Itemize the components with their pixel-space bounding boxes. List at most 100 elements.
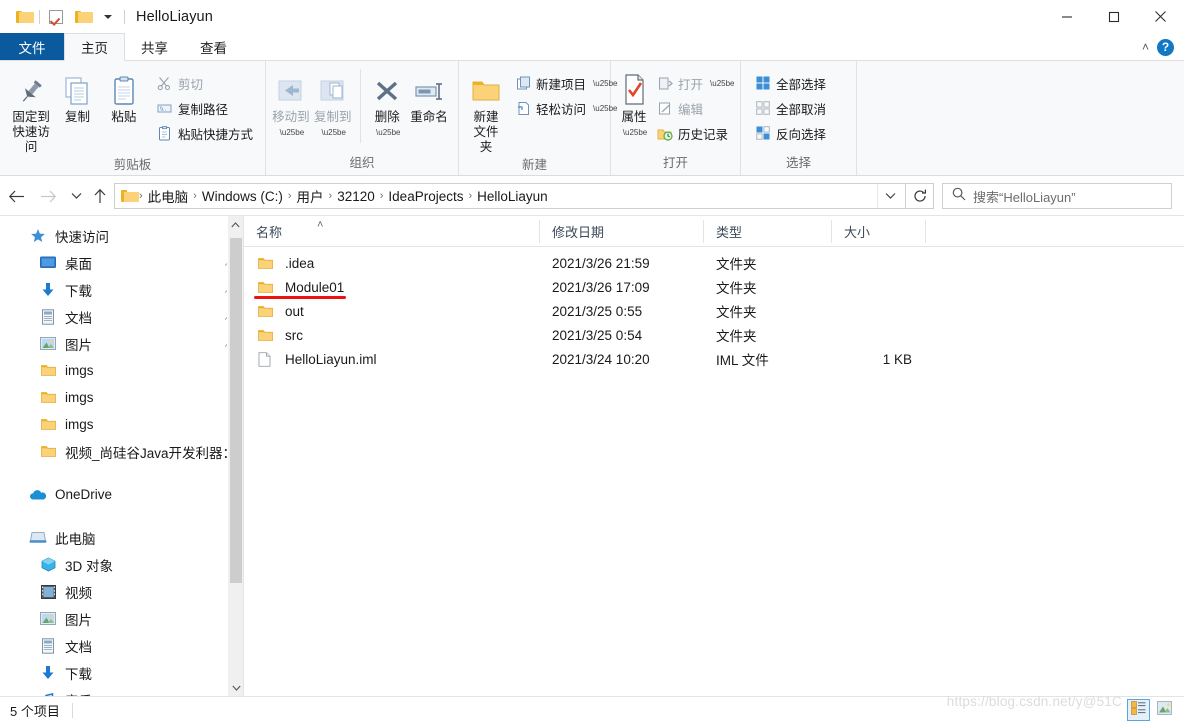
table-row[interactable]: Module01 2021/3/26 17:09 文件夹 (244, 275, 1184, 299)
nav-item-documents-2[interactable]: 文档 (0, 632, 243, 659)
help-icon[interactable]: ? (1157, 38, 1174, 56)
copy-button[interactable]: 复制 (54, 67, 100, 125)
breadcrumb-item-5[interactable]: HelloLiayun (473, 189, 552, 204)
large-icons-view-button[interactable] (1153, 699, 1176, 721)
nav-item-downloads-2[interactable]: 下载 (0, 659, 243, 686)
address-dropdown-chevron-down-icon[interactable] (877, 184, 903, 208)
copy-path-button[interactable]: \\.. 复制路径 (153, 97, 257, 119)
file-name-cell[interactable]: .idea (244, 256, 540, 271)
nav-item-imgs-1[interactable]: imgs (0, 357, 243, 384)
nav-item-3d-objects[interactable]: 3D 对象 (0, 551, 243, 578)
checkbox-icon[interactable] (43, 6, 69, 28)
history-button[interactable]: 历史记录 (653, 122, 738, 144)
easy-access-icon (515, 100, 531, 116)
close-button[interactable] (1137, 0, 1184, 33)
move-to-button[interactable]: 移动到 \u25be (270, 67, 312, 140)
breadcrumb-item-1[interactable]: Windows (C:) (198, 189, 287, 204)
open-button[interactable]: 打开 \u25be (653, 72, 738, 94)
paste-button[interactable]: 粘贴 (101, 67, 147, 125)
forward-button[interactable] (32, 179, 64, 213)
address-input[interactable]: › 此电脑 › Windows (C:) › 用户 › 32120 › Idea… (114, 183, 906, 209)
collapse-ribbon-button[interactable]: ˄ (1142, 40, 1149, 54)
search-input[interactable]: 搜索“HelloLiayun” (942, 183, 1172, 209)
cut-button[interactable]: 剪切 (153, 72, 257, 94)
table-row[interactable]: .idea 2021/3/26 21:59 文件夹 (244, 251, 1184, 275)
nav-item-pictures-2[interactable]: 图片 (0, 605, 243, 632)
nav-item-downloads[interactable]: 下载 (0, 276, 243, 303)
open-caret-icon[interactable]: \u25be (710, 79, 734, 88)
file-name-cell[interactable]: out (244, 304, 540, 319)
nav-item-video-course[interactable]: 视频_尚硅谷Java开发利器： Int (0, 438, 243, 465)
invert-selection-label: 反向选择 (776, 127, 827, 142)
tab-view[interactable]: 查看 (184, 33, 243, 60)
rename-label: 重命名 (410, 110, 448, 124)
invert-selection-button[interactable]: 反向选择 (751, 122, 830, 144)
column-header-name[interactable]: 名称 ˄ (244, 219, 540, 243)
select-none-button[interactable]: 全部取消 (751, 97, 830, 119)
delete-caret-icon[interactable]: \u25be (376, 125, 400, 140)
nav-item-documents[interactable]: 文档 (0, 303, 243, 330)
group-label-clipboard: 剪贴板 (113, 158, 152, 172)
copy-to-button[interactable]: 复制到 \u25be (312, 67, 354, 140)
breadcrumb-item-0[interactable]: 此电脑 (144, 186, 193, 206)
tab-file[interactable]: 文件 (0, 33, 64, 60)
edit-button[interactable]: 编辑 (653, 97, 738, 119)
ribbon-group-select: 全部选择 全部取消 反向选择 选择 (741, 61, 857, 175)
scroll-down-button[interactable] (228, 679, 243, 696)
new-folder-button[interactable]: 新建 文件夹 (469, 67, 503, 155)
new-item-button[interactable]: 新建项目 \u25be (511, 72, 621, 94)
scroll-up-button[interactable] (228, 216, 243, 233)
minimize-button[interactable] (1043, 0, 1090, 33)
column-header-size[interactable]: 大小 (832, 219, 926, 243)
column-header-date[interactable]: 修改日期 (540, 219, 704, 243)
up-button[interactable] (88, 179, 112, 213)
nav-item-quick-access[interactable]: 快速访问 (0, 222, 243, 249)
properties-caret-icon[interactable]: \u25be (623, 125, 647, 140)
file-name: Module01 (285, 279, 345, 295)
file-name-cell[interactable]: Module01 (244, 280, 540, 295)
back-button[interactable] (0, 179, 32, 213)
nav-item-music[interactable]: 音乐 (0, 686, 243, 696)
move-to-caret-icon[interactable]: \u25be (280, 125, 304, 140)
file-name: out (285, 303, 304, 319)
table-row[interactable]: src 2021/3/25 0:54 文件夹 (244, 323, 1184, 347)
new-folder-qat-icon[interactable] (69, 6, 95, 28)
nav-item-imgs-2[interactable]: imgs (0, 384, 243, 411)
select-none-icon (755, 100, 771, 116)
file-name-cell[interactable]: HelloLiayun.iml (244, 352, 540, 367)
delete-button[interactable]: 删除 \u25be (366, 67, 408, 140)
pin-to-quick-access-button[interactable]: 固定到 快速访问 (8, 67, 54, 155)
scrollbar-thumb[interactable] (230, 238, 242, 583)
table-row[interactable]: out 2021/3/25 0:55 文件夹 (244, 299, 1184, 323)
nav-item-imgs-3[interactable]: imgs (0, 411, 243, 438)
file-type: IML 文件 (716, 353, 769, 368)
breadcrumb-item-3[interactable]: 32120 (333, 189, 379, 204)
select-all-button[interactable]: 全部选择 (751, 72, 830, 94)
maximize-button[interactable] (1090, 0, 1137, 33)
chevron-down-icon[interactable] (95, 6, 121, 28)
rename-button[interactable]: 重命名 (408, 67, 450, 125)
tab-share[interactable]: 共享 (125, 33, 184, 60)
table-row[interactable]: HelloLiayun.iml 2021/3/24 10:20 IML 文件 1… (244, 347, 1184, 371)
breadcrumb-item-4[interactable]: IdeaProjects (384, 189, 467, 204)
recent-locations-button[interactable] (64, 179, 88, 213)
nav-item-desktop[interactable]: 桌面 (0, 249, 243, 276)
breadcrumb-item-2[interactable]: 用户 (293, 186, 328, 206)
new-item-icon (515, 75, 531, 91)
nav-item-this-pc[interactable]: 此电脑 (0, 524, 243, 551)
file-name-cell[interactable]: src (244, 328, 540, 343)
nav-item-videos[interactable]: 视频 (0, 578, 243, 605)
refresh-button[interactable] (906, 183, 934, 209)
copy-icon (62, 71, 92, 107)
search-icon (952, 187, 966, 206)
easy-access-button[interactable]: 轻松访问 \u25be (511, 97, 621, 119)
properties-button[interactable]: 属性 \u25be (619, 67, 649, 140)
paste-shortcut-button[interactable]: 粘贴快捷方式 (153, 122, 257, 144)
nav-item-pictures[interactable]: 图片 (0, 330, 243, 357)
column-header-type[interactable]: 类型 (704, 219, 832, 243)
tab-home[interactable]: 主页 (64, 33, 125, 61)
nav-item-onedrive[interactable]: OneDrive (0, 481, 243, 508)
details-view-button[interactable] (1127, 699, 1150, 721)
navigation-scrollbar[interactable] (227, 216, 243, 696)
copy-to-caret-icon[interactable]: \u25be (321, 125, 345, 140)
